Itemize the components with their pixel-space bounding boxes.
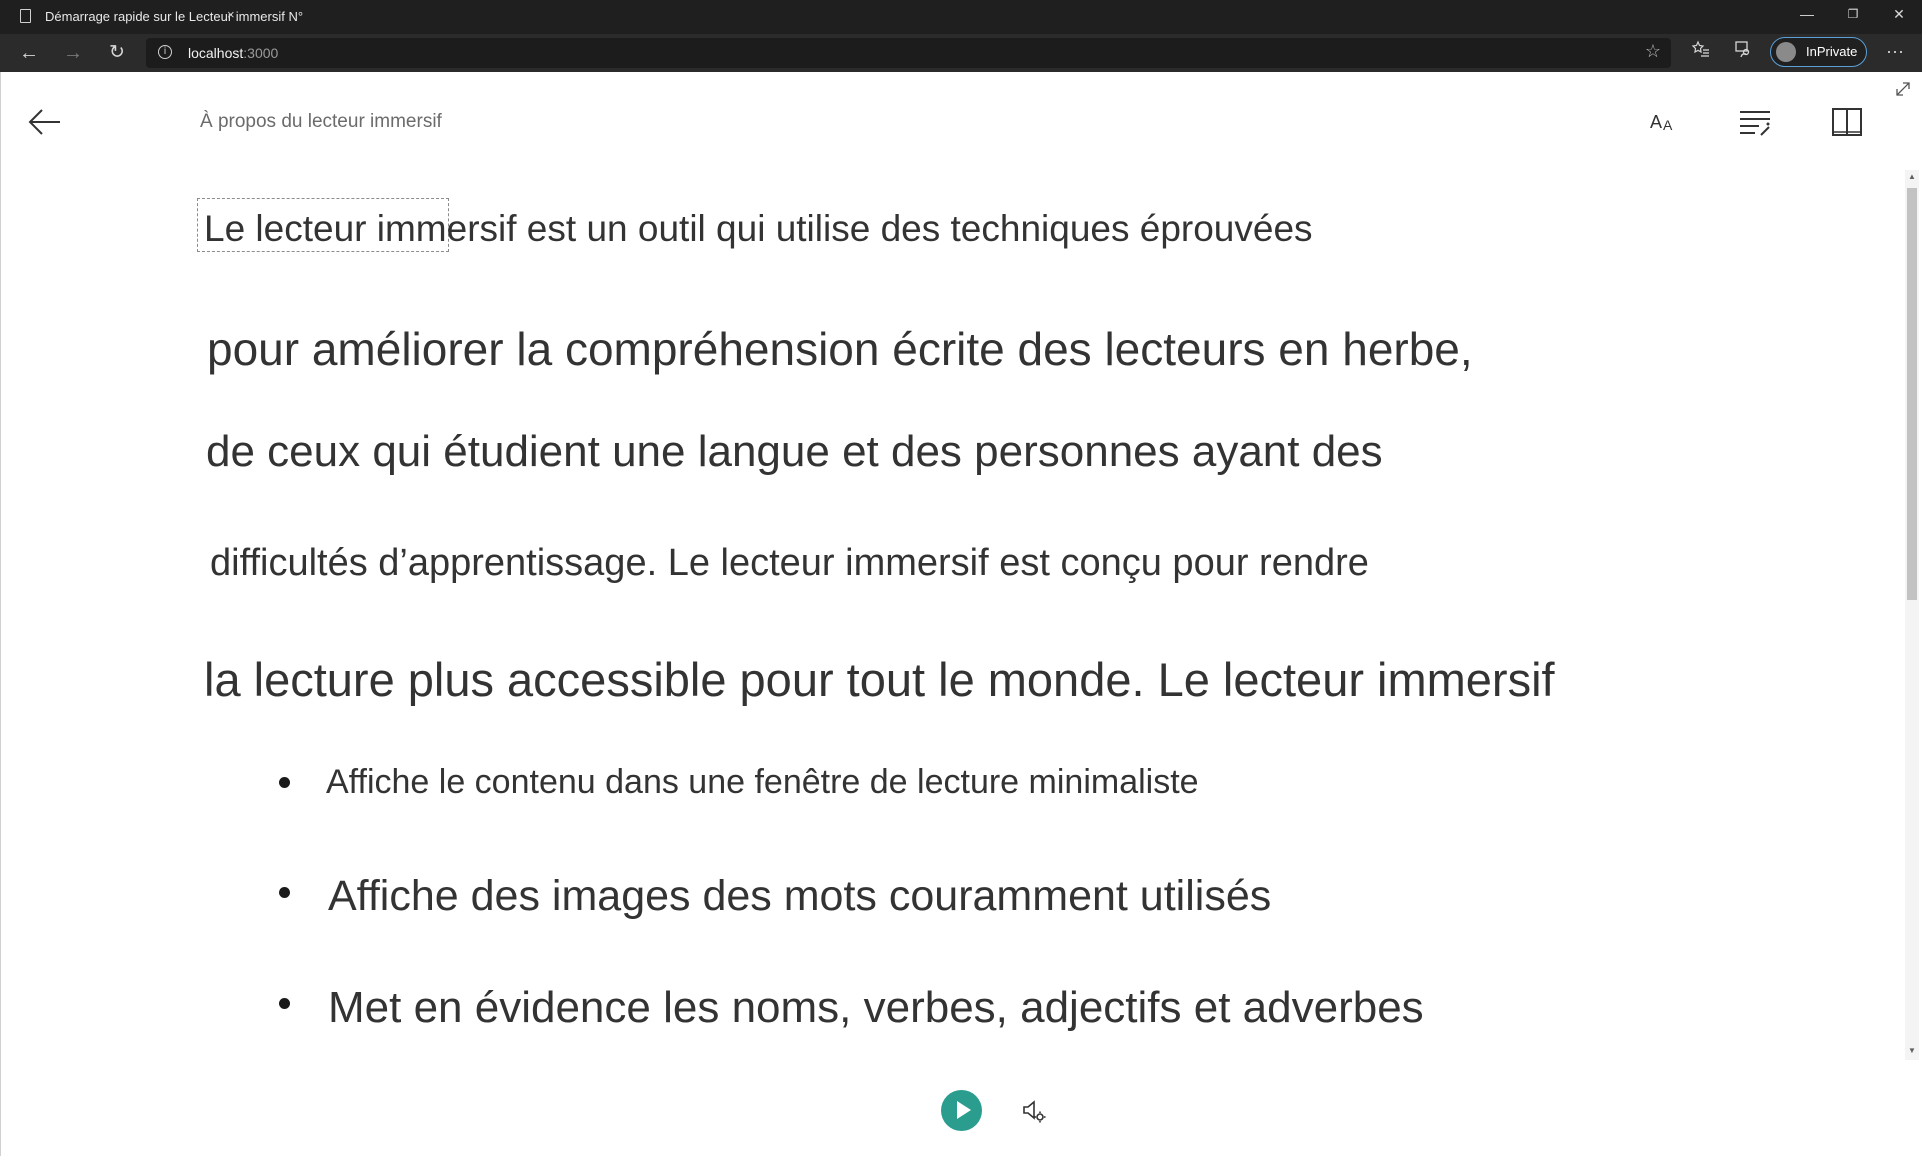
avatar <box>1776 42 1796 62</box>
reader-line-3[interactable]: de ceux qui étudient une langue et des p… <box>206 427 1383 477</box>
bullet-item-3[interactable]: Met en évidence les noms, verbes, adject… <box>328 983 1424 1033</box>
reading-preferences-button[interactable] <box>1827 102 1867 142</box>
play-button[interactable] <box>941 1090 982 1131</box>
tab-title[interactable]: Démarrage rapide sur le Lecteur immersif… <box>45 9 303 24</box>
svg-text:A: A <box>1663 117 1673 133</box>
tab-close-button[interactable]: × <box>227 7 235 22</box>
grammar-options-button[interactable] <box>1735 102 1775 142</box>
forward-nav-icon[interactable]: → <box>58 39 88 67</box>
voice-settings-icon[interactable] <box>1021 1098 1047 1124</box>
inprivate-button[interactable]: InPrivate <box>1770 37 1867 67</box>
share-icon[interactable] <box>1728 39 1758 67</box>
book-icon <box>1832 108 1862 136</box>
reader-line-2[interactable]: pour améliorer la compréhension écrite d… <box>207 322 1473 376</box>
scrollbar-thumb[interactable] <box>1907 188 1917 600</box>
reader-line-1[interactable]: Le lecteur immersif est un outil qui uti… <box>204 208 1313 250</box>
reader-line-4[interactable]: difficultés d’apprentissage. Le lecteur … <box>210 542 1369 585</box>
scroll-down-icon[interactable]: ▼ <box>1906 1046 1918 1055</box>
bullet-marker <box>279 777 290 788</box>
refresh-icon[interactable]: ↻ <box>102 39 132 67</box>
close-window-button[interactable]: ✕ <box>1884 3 1914 25</box>
scroll-up-icon[interactable]: ▲ <box>1906 172 1918 181</box>
back-arrow-icon[interactable] <box>27 108 63 136</box>
favorites-icon[interactable] <box>1686 39 1716 67</box>
page-title: À propos du lecteur immersif <box>200 111 442 132</box>
more-options-button[interactable]: ··· <box>1880 39 1910 67</box>
bullet-marker <box>279 998 290 1009</box>
minimize-button[interactable]: — <box>1792 3 1822 25</box>
bullet-marker <box>279 887 290 898</box>
fullscreen-icon[interactable] <box>1894 80 1912 98</box>
url-text[interactable]: localhost:3000 <box>188 45 278 61</box>
url-port: :3000 <box>243 45 279 61</box>
browser-title-bar: Démarrage rapide sur le Lecteur immersif… <box>0 0 1922 34</box>
grammar-icon <box>1740 111 1770 136</box>
browser-toolbar: ← → ↻ i localhost:3000 ☆ InPrivate ··· <box>0 34 1922 73</box>
back-nav-icon[interactable]: ← <box>14 39 44 67</box>
address-bar[interactable]: i localhost:3000 ☆ <box>146 38 1671 68</box>
page-icon <box>20 9 31 23</box>
favorite-star-icon[interactable]: ☆ <box>1645 41 1661 62</box>
reader-line-5[interactable]: la lecture plus accessible pour tout le … <box>204 652 1555 707</box>
inprivate-label: InPrivate <box>1806 44 1858 59</box>
text-preferences-button[interactable]: A A <box>1644 102 1684 142</box>
immersive-reader: À propos du lecteur immersif A A Le lect… <box>0 72 1922 1156</box>
info-icon[interactable]: i <box>158 45 172 59</box>
bullet-item-2[interactable]: Affiche des images des mots couramment u… <box>328 872 1271 921</box>
text-size-icon: A A <box>1650 112 1673 133</box>
bullet-item-1[interactable]: Affiche le contenu dans une fenêtre de l… <box>326 763 1199 802</box>
svg-text:A: A <box>1650 112 1662 132</box>
url-host: localhost <box>188 45 244 61</box>
restore-button[interactable]: ❐ <box>1838 3 1868 25</box>
